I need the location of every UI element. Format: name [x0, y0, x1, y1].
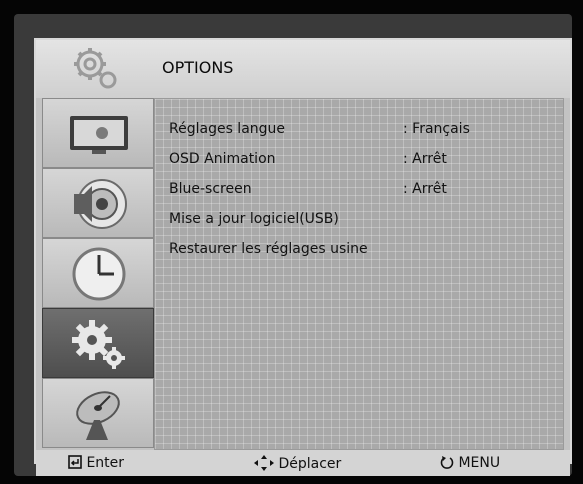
enter-label: Enter — [86, 455, 125, 471]
sidebar-item-picture[interactable] — [42, 98, 154, 168]
sidebar-item-time[interactable] — [42, 238, 154, 308]
monitor-icon — [70, 116, 128, 154]
clock-icon — [72, 247, 126, 301]
move-label: Déplacer — [278, 456, 342, 472]
page-title: OPTIONS — [162, 58, 234, 77]
move-hint[interactable]: Déplacer — [254, 455, 341, 472]
enter-hint[interactable]: Enter — [68, 455, 124, 471]
menu-item-label: OSD Animation — [169, 151, 276, 167]
menu-label: MENU — [458, 455, 501, 471]
menu-item-value: : Arrêt — [403, 151, 447, 167]
menu-item-label: Restaurer les réglages usine — [169, 241, 368, 257]
menu-hint[interactable]: MENU — [440, 455, 500, 471]
category-sidebar — [42, 98, 154, 450]
satellite-dish-icon — [76, 391, 120, 440]
enter-icon — [68, 455, 82, 469]
sidebar-item-sound[interactable] — [42, 168, 154, 238]
menu-item-value: : Arrêt — [403, 181, 447, 197]
osd-menu: OPTIONS Réglages langue: Français OSD A… — [34, 38, 572, 476]
return-icon — [440, 456, 454, 469]
sidebar-item-channel[interactable] — [42, 378, 154, 448]
arrows-icon — [254, 455, 274, 471]
gears-icon — [74, 48, 117, 89]
sidebar-item-options[interactable] — [42, 308, 154, 378]
menu-item-label: Réglages langue — [169, 121, 286, 137]
menu-item-label: Blue-screen — [169, 181, 252, 197]
osd-footer: Enter Déplacer MENU — [36, 450, 570, 476]
tv-screen: OPTIONS Réglages langue: Français OSD A… — [14, 14, 572, 476]
speaker-icon — [74, 179, 127, 229]
menu-item-label: Mise a jour logiciel(USB) — [169, 211, 339, 227]
menu-item-value: : Français — [403, 121, 470, 137]
gears-icon — [72, 320, 125, 369]
osd-header: OPTIONS — [36, 40, 570, 98]
options-panel: Réglages langue : Français OSD Animation… — [154, 98, 564, 450]
